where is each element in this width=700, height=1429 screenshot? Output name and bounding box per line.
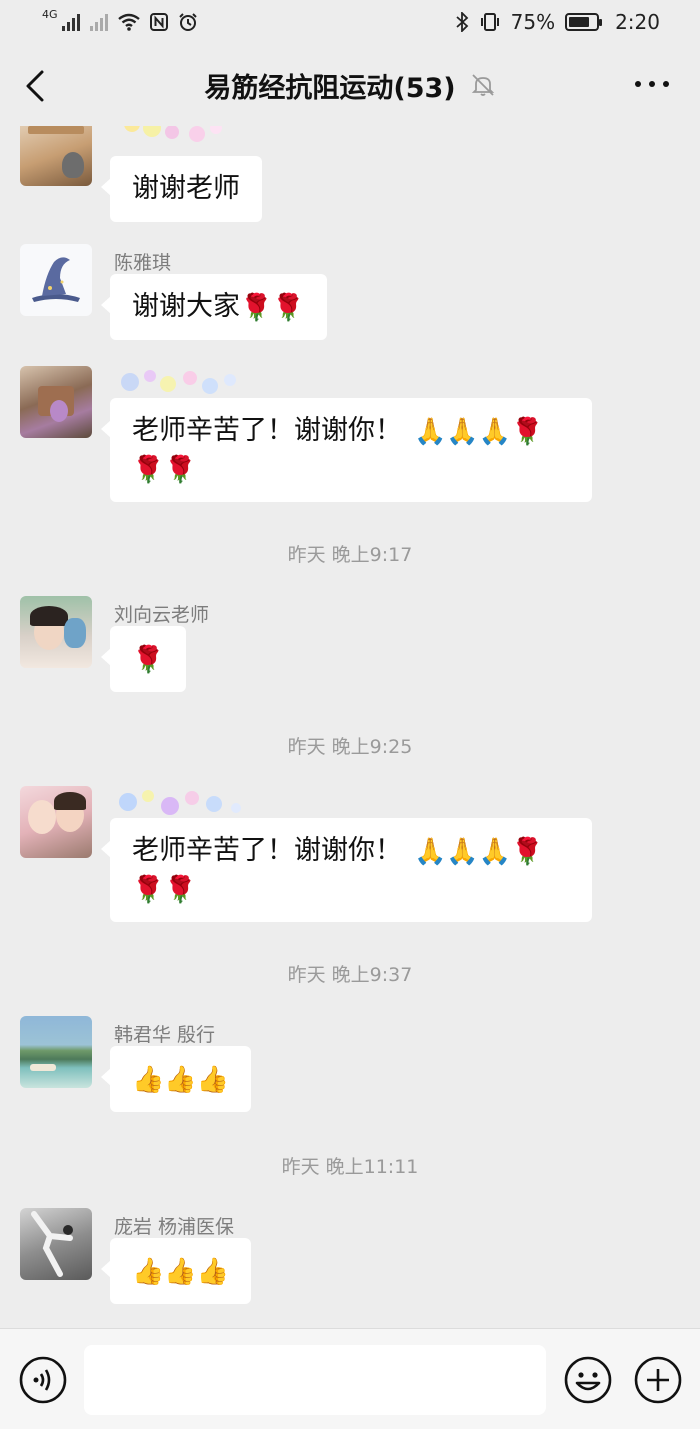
input-bar [0, 1328, 700, 1429]
alarm-icon [178, 13, 197, 31]
wifi-icon [117, 13, 140, 31]
bluetooth-icon [456, 12, 468, 32]
sender-name: 陈雅琪 [114, 252, 172, 274]
message-bubble[interactable]: 老师辛苦了！谢谢你！ 🙏🙏🙏🌹 🌹🌹 [101, 818, 592, 922]
message-text: 谢谢大家 [132, 291, 240, 322]
signal-2-icon [89, 13, 108, 31]
battery-icon [565, 13, 603, 31]
more-icon[interactable] [634, 74, 670, 94]
avatar[interactable] [20, 1016, 92, 1088]
message-bubble[interactable]: 谢谢老师 [101, 156, 262, 222]
sender-name: 庞岩 杨浦医保 [114, 1216, 235, 1238]
message-bubble[interactable]: 老师辛苦了！谢谢你！ 🙏🙏🙏🌹 🌹🌹 [101, 398, 592, 502]
message-bubble[interactable]: 🌹 [100, 626, 187, 692]
message-bubble[interactable]: 谢谢大家🌹🌹 [101, 274, 327, 340]
thumbs-up-emojis: 👍👍👍 [132, 1064, 230, 1095]
message-text: 老师辛苦了！谢谢你！ [132, 835, 402, 866]
rose-emojis: 🌹🌹 [132, 874, 197, 905]
timestamp: 昨天 晚上11:11 [281, 1156, 419, 1178]
message-text: 老师辛苦了！谢谢你！ [132, 415, 402, 446]
avatar[interactable] [20, 596, 92, 668]
back-icon[interactable] [22, 68, 52, 104]
prayer-rose-emojis: 🙏🙏🙏🌹 [414, 836, 544, 867]
chat-title: 易筋经抗阻运动(53) [204, 72, 456, 104]
sender-name: 刘向云老师 [114, 604, 210, 626]
avatar[interactable] [20, 244, 92, 316]
rose-emoji: 🌹 [132, 644, 165, 675]
chat-area[interactable]: 谢谢老师 陈雅琪 谢谢大家🌹🌹 老师辛苦了！谢谢你！ 🙏🙏🙏🌹 🌹🌹 昨天 晚上9… [0, 126, 700, 1328]
plus-icon[interactable] [633, 1355, 683, 1405]
mute-bell-icon [471, 74, 494, 96]
signal-icon [61, 13, 80, 31]
avatar[interactable] [20, 1208, 92, 1280]
chat-title-group: 易筋经抗阻运动(53) [204, 66, 495, 105]
sender-name: 韩君华 殷行 [114, 1024, 216, 1046]
battery-percent: 75% [510, 10, 556, 34]
voice-icon[interactable] [18, 1355, 68, 1405]
rose-emoji: 🌹🌹 [240, 292, 305, 323]
network-type: 4G [42, 7, 58, 21]
clock: 2:20 [615, 10, 660, 34]
message-input[interactable] [84, 1345, 546, 1415]
blurred-name [124, 126, 222, 142]
vibrate-icon [480, 13, 499, 31]
rose-emojis: 🌹🌹 [132, 454, 197, 485]
prayer-rose-emojis: 🙏🙏🙏🌹 [414, 416, 544, 447]
timestamp: 昨天 晚上9:17 [287, 544, 413, 566]
thumbs-up-emojis: 👍👍👍 [132, 1256, 230, 1287]
status-right: 75% 2:20 [455, 10, 660, 34]
timestamp: 昨天 晚上9:25 [287, 736, 413, 758]
message-bubble[interactable]: 👍👍👍 [100, 1238, 252, 1304]
blurred-name [119, 790, 241, 815]
message-text: 谢谢老师 [132, 173, 240, 204]
timestamp: 昨天 晚上9:37 [287, 964, 413, 986]
avatar[interactable] [20, 786, 92, 858]
chat-header: 易筋经抗阻运动(53) [0, 44, 700, 126]
emoji-icon[interactable] [563, 1355, 613, 1405]
avatar[interactable] [20, 366, 92, 438]
blurred-name [121, 370, 236, 394]
avatar[interactable] [20, 126, 92, 186]
status-bar: 4G 75% 2:20 [0, 0, 700, 44]
nfc-icon [149, 13, 168, 31]
message-bubble[interactable]: 👍👍👍 [100, 1046, 252, 1112]
status-left: 4G [42, 8, 198, 32]
